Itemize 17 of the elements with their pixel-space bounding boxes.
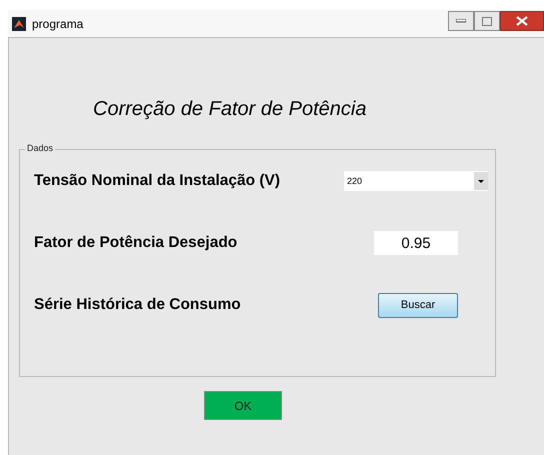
ok-button[interactable]: OK: [204, 391, 282, 420]
close-button[interactable]: [500, 11, 544, 31]
field-label: Fator de Potência Desejado: [34, 234, 238, 252]
input-field[interactable]: 0.95: [374, 231, 458, 255]
field-label: Tensão Nominal da Instalação (V): [34, 172, 282, 190]
minimize-icon[interactable]: [456, 19, 466, 23]
maximize-icon[interactable]: [482, 16, 492, 26]
voltage-dropdown[interactable]: 220: [344, 171, 488, 191]
field-label: Série Histórica de Consumo: [34, 296, 242, 314]
window-title: programa: [32, 16, 84, 30]
close-icon[interactable]: [516, 16, 528, 26]
app-icon: [12, 16, 26, 30]
minimize-button[interactable]: [448, 11, 474, 31]
form-heading: Correção de Fator de Potência: [93, 98, 368, 121]
panel-title: Dados: [25, 143, 56, 153]
search-button[interactable]: Buscar: [378, 292, 458, 318]
maximize-button[interactable]: [474, 11, 500, 31]
